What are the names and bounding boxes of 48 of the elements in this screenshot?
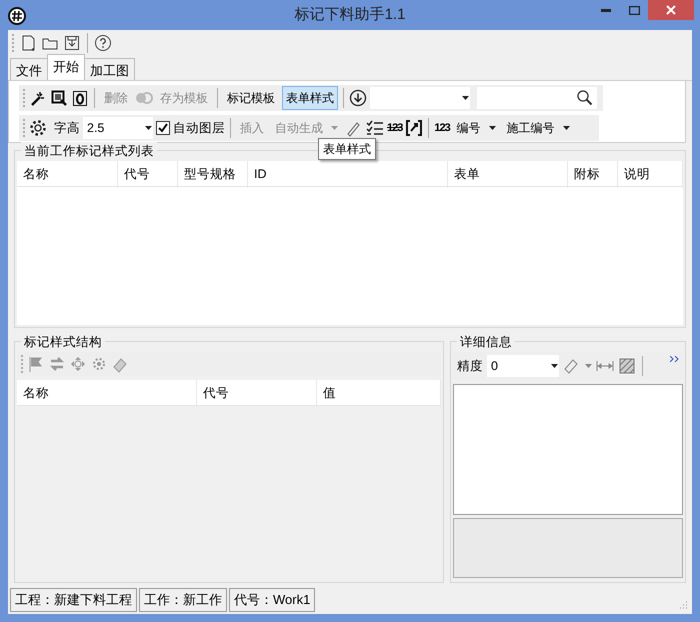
tab[interactable]: 加工图: [84, 58, 135, 80]
status-item: 代号：Work1: [229, 588, 316, 612]
column-header[interactable]: 名称: [17, 380, 197, 407]
bracket-icon[interactable]: [405, 119, 424, 137]
caret-icon[interactable]: [462, 96, 468, 100]
numbering-icon[interactable]: 123: [434, 120, 450, 136]
font-height-dropdown[interactable]: 2.5: [83, 117, 153, 139]
construction-number-dropdown[interactable]: 施工编号: [502, 116, 574, 140]
precision-dropdown[interactable]: 0: [487, 355, 559, 377]
checkbox[interactable]: [156, 121, 170, 135]
column-header[interactable]: 值: [317, 380, 441, 407]
mark-template-button[interactable]: 标记模板: [223, 86, 279, 110]
search-field[interactable]: [477, 87, 597, 109]
zoom-window-icon[interactable]: [50, 89, 68, 107]
caret-icon[interactable]: [488, 126, 496, 130]
close-icon[interactable]: [666, 5, 676, 15]
caret-icon[interactable]: [562, 126, 570, 130]
auto-layer-label: 自动图层: [173, 120, 225, 137]
hatch-icon[interactable]: [618, 357, 636, 375]
help-icon[interactable]: [94, 34, 112, 52]
status-item: 工作：新工作: [139, 588, 227, 612]
status-item: 工程：新建下料工程: [10, 588, 137, 612]
precision-label: 精度: [457, 358, 483, 375]
font-height-label: 字高: [54, 120, 80, 137]
tab[interactable]: 文件: [10, 58, 48, 80]
checklist-icon[interactable]: [366, 119, 384, 137]
resize-grip-icon[interactable]: [678, 600, 688, 610]
number-dropdown[interactable]: 编号: [452, 116, 500, 140]
overflow-icon[interactable]: [670, 356, 679, 362]
maximize-icon[interactable]: [628, 6, 640, 14]
close-button[interactable]: [648, 0, 694, 20]
column-header[interactable]: 代号: [197, 380, 317, 407]
magic-wand-icon[interactable]: [29, 89, 47, 107]
caret-icon[interactable]: [144, 126, 152, 130]
toggle-icon[interactable]: [135, 89, 153, 107]
tooltip: 表单样式: [318, 138, 376, 160]
tab[interactable]: 开始: [47, 54, 85, 80]
app-logo-icon: [8, 6, 26, 25]
window-title: 标记下料助手1.1: [294, 6, 406, 23]
frame-icon[interactable]: [71, 89, 89, 107]
caret-icon[interactable]: [550, 364, 558, 368]
form-style-button[interactable]: 表单样式: [282, 86, 338, 110]
download-circle-icon[interactable]: [349, 89, 367, 107]
gear-icon[interactable]: [29, 119, 47, 137]
numbering-icon[interactable]: 123: [387, 120, 402, 136]
save-icon[interactable]: [63, 34, 81, 52]
search-icon[interactable]: [576, 89, 594, 107]
minimize-icon[interactable]: [601, 8, 611, 12]
